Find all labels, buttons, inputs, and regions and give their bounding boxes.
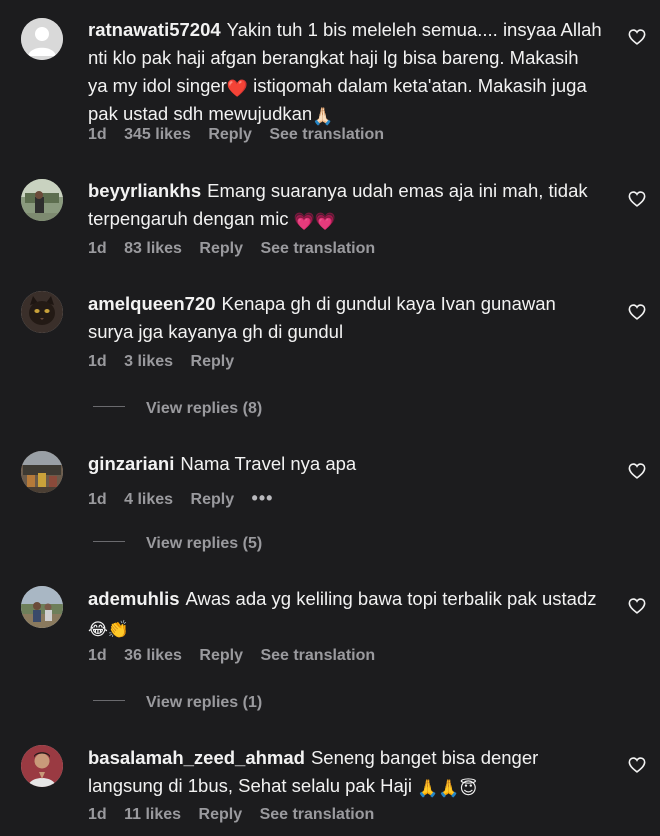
photo-avatar-icon <box>21 586 63 628</box>
comment-time: 1d <box>88 240 107 257</box>
comment-text: Nama Travel nya apa <box>180 453 357 474</box>
comment-meta: 1d 4 likes Reply ••• <box>88 488 286 509</box>
likes-count[interactable]: 4 likes <box>124 491 173 508</box>
avatar[interactable] <box>21 586 63 628</box>
like-heart-icon[interactable] <box>628 598 646 614</box>
likes-count[interactable]: 11 likes <box>124 806 181 823</box>
view-replies-button[interactable]: View replies (1) <box>93 694 262 712</box>
heart-emoji: 💗💗 <box>293 212 337 231</box>
reply-button[interactable]: Reply <box>199 240 243 257</box>
like-heart-icon[interactable] <box>628 463 646 479</box>
avatar[interactable] <box>21 291 63 333</box>
see-translation-button[interactable]: See translation <box>260 240 375 257</box>
person-avatar-icon <box>21 745 63 787</box>
comment-body: amelqueen720 Kenapa gh di gundul kaya Iva… <box>88 290 603 346</box>
comment-time: 1d <box>88 491 107 508</box>
comment-time: 1d <box>88 353 107 370</box>
likes-count[interactable]: 345 likes <box>124 126 191 143</box>
view-replies-button[interactable]: View replies (5) <box>93 535 262 553</box>
comment-username[interactable]: beyyrliankhs <box>88 180 201 201</box>
likes-count[interactable]: 3 likes <box>124 353 173 370</box>
comment-body: ratnawati57204 Yakin tuh 1 bis meleleh se… <box>88 16 603 128</box>
see-translation-button[interactable]: See translation <box>269 126 384 143</box>
comment-username[interactable]: basalamah_zeed_ahmad <box>88 747 305 768</box>
pray-smile-emoji: 🙏🙏😇 <box>417 779 478 798</box>
view-replies-button[interactable]: View replies (8) <box>93 400 262 418</box>
like-heart-icon[interactable] <box>628 757 646 773</box>
comment-body: ginzariani Nama Travel nya apa <box>88 450 603 478</box>
comment-meta: 1d 3 likes Reply <box>88 353 247 371</box>
view-replies-label: View replies (5) <box>146 535 263 552</box>
replies-divider <box>93 700 125 702</box>
see-translation-button[interactable]: See translation <box>260 806 375 823</box>
comment-username[interactable]: ginzariani <box>88 453 174 474</box>
comment-time: 1d <box>88 126 107 143</box>
likes-count[interactable]: 83 likes <box>124 240 182 257</box>
comment-username[interactable]: ratnawati57204 <box>88 19 221 40</box>
reply-button[interactable]: Reply <box>191 491 235 508</box>
likes-count[interactable]: 36 likes <box>124 647 182 664</box>
like-heart-icon[interactable] <box>628 29 646 45</box>
photo-avatar-icon <box>21 179 63 221</box>
comment-time: 1d <box>88 806 107 823</box>
comment-body: ademuhlis Awas ada yg keliling bawa topi … <box>88 585 603 641</box>
view-replies-label: View replies (1) <box>146 694 263 711</box>
like-heart-icon[interactable] <box>628 191 646 207</box>
avatar[interactable] <box>21 745 63 787</box>
comment-body: basalamah_zeed_ahmad Seneng banget bisa d… <box>88 744 603 800</box>
comment-time: 1d <box>88 647 107 664</box>
comment-text: Awas ada yg keliling bawa topi terbalik … <box>185 588 597 609</box>
reply-button[interactable]: Reply <box>199 806 243 823</box>
comment-meta: 1d 11 likes Reply See translation <box>88 806 387 824</box>
more-options-icon[interactable]: ••• <box>252 488 274 508</box>
laugh-clap-emoji: 😂👏 <box>88 620 130 639</box>
pray-emoji: 🙏🏻 <box>312 107 334 126</box>
cat-avatar-icon <box>21 291 63 333</box>
reply-button[interactable]: Reply <box>191 353 235 370</box>
comment-meta: 1d 345 likes Reply See translation <box>88 126 397 144</box>
replies-divider <box>93 406 125 408</box>
photo-avatar-icon <box>21 451 63 493</box>
comment-body: beyyrliankhs Emang suaranya udah emas aja… <box>88 177 603 233</box>
comment-meta: 1d 83 likes Reply See translation <box>88 240 388 258</box>
reply-button[interactable]: Reply <box>208 126 252 143</box>
like-heart-icon[interactable] <box>628 304 646 320</box>
avatar[interactable] <box>21 179 63 221</box>
reply-button[interactable]: Reply <box>199 647 243 664</box>
view-replies-label: View replies (8) <box>146 400 263 417</box>
default-avatar-icon <box>21 18 63 60</box>
see-translation-button[interactable]: See translation <box>260 647 375 664</box>
replies-divider <box>93 541 125 543</box>
avatar[interactable] <box>21 451 63 493</box>
comment-username[interactable]: ademuhlis <box>88 588 180 609</box>
comment-username[interactable]: amelqueen720 <box>88 293 216 314</box>
heart-emoji: ❤️ <box>226 79 248 98</box>
avatar[interactable] <box>21 18 63 60</box>
comment-meta: 1d 36 likes Reply See translation <box>88 647 388 665</box>
